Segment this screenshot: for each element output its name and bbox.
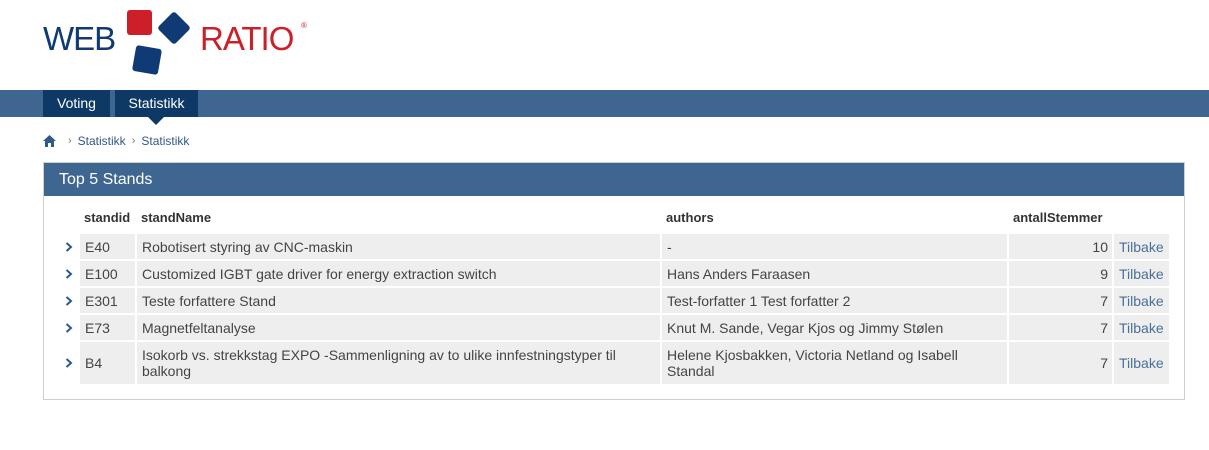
chevron-right-icon[interactable] bbox=[58, 342, 80, 384]
cell-standid: E100 bbox=[80, 261, 137, 286]
column-header-antallstemmer: antallStemmer bbox=[1013, 210, 1103, 225]
cell-votes: 9 bbox=[1009, 261, 1114, 286]
column-header-standid: standid bbox=[84, 210, 131, 225]
tilbake-link[interactable]: Tilbake bbox=[1114, 342, 1169, 384]
logo-blue-square bbox=[131, 44, 163, 76]
cell-standid: E40 bbox=[80, 234, 137, 259]
cell-standid: E301 bbox=[80, 288, 137, 313]
breadcrumb-item-statistikk-current[interactable]: Statistikk bbox=[141, 134, 189, 148]
cell-standname: Customized IGBT gate driver for energy e… bbox=[137, 261, 662, 286]
table-row: E100 Customized IGBT gate driver for ene… bbox=[58, 261, 1169, 286]
cell-votes: 7 bbox=[1009, 342, 1114, 384]
logo-red-square bbox=[127, 10, 152, 35]
table-row: B4 Isokorb vs. strekkstag EXPO -Sammenli… bbox=[58, 342, 1169, 384]
table-row: E40 Robotisert styring av CNC-maskin - 1… bbox=[58, 234, 1169, 259]
column-header-standname: standName bbox=[141, 210, 212, 225]
logo-registered-mark: ® bbox=[301, 21, 307, 30]
tab-voting[interactable]: Voting bbox=[43, 90, 110, 117]
tilbake-link[interactable]: Tilbake bbox=[1114, 288, 1169, 313]
cell-authors: Hans Anders Faraasen bbox=[662, 261, 1009, 286]
chevron-right-icon[interactable] bbox=[58, 261, 80, 286]
cell-standid: B4 bbox=[80, 342, 137, 384]
tilbake-link[interactable]: Tilbake bbox=[1114, 261, 1169, 286]
tilbake-link[interactable]: Tilbake bbox=[1114, 234, 1169, 259]
logo-text-web: WEB bbox=[43, 20, 116, 57]
cell-standname: Teste forfattere Stand bbox=[137, 288, 662, 313]
chevron-right-icon[interactable] bbox=[58, 234, 80, 259]
cell-votes: 7 bbox=[1009, 288, 1114, 313]
chevron-right-icon[interactable] bbox=[58, 315, 80, 340]
top-stands-panel: Top 5 Stands standid standName authors a… bbox=[43, 162, 1185, 400]
cell-authors: Helene Kjosbakken, Victoria Netland og I… bbox=[662, 342, 1009, 384]
panel-title: Top 5 Stands bbox=[44, 163, 1184, 196]
cell-authors: - bbox=[662, 234, 1009, 259]
tab-statistikk[interactable]: Statistikk bbox=[115, 90, 198, 125]
cell-standname: Robotisert styring av CNC-maskin bbox=[137, 234, 662, 259]
logo-text-ratio: RATIO bbox=[200, 20, 294, 57]
chevron-right-icon[interactable] bbox=[58, 288, 80, 313]
breadcrumb-separator: › bbox=[131, 135, 136, 147]
cell-votes: 7 bbox=[1009, 315, 1114, 340]
cell-standid: E73 bbox=[80, 315, 137, 340]
cell-authors: Knut M. Sande, Vegar Kjos og Jimmy Støle… bbox=[662, 315, 1009, 340]
cell-authors: Test-forfatter 1 Test forfatter 2 bbox=[662, 288, 1009, 313]
breadcrumb-separator: › bbox=[68, 135, 72, 147]
tilbake-link[interactable]: Tilbake bbox=[1114, 315, 1169, 340]
breadcrumb-item-statistikk[interactable]: Statistikk bbox=[78, 134, 126, 148]
main-navbar: Voting Statistikk bbox=[0, 90, 1209, 125]
table-row: E73 Magnetfeltanalyse Knut M. Sande, Veg… bbox=[58, 315, 1169, 340]
webratio-logo: WEB RATIO ® bbox=[43, 8, 313, 78]
column-header-authors: authors bbox=[666, 210, 714, 225]
home-icon[interactable] bbox=[43, 135, 56, 147]
cell-standname: Magnetfeltanalyse bbox=[137, 315, 662, 340]
table-row: E301 Teste forfattere Stand Test-forfatt… bbox=[58, 288, 1169, 313]
logo-blue-diamond bbox=[157, 11, 191, 45]
cell-standname: Isokorb vs. strekkstag EXPO -Sammenligni… bbox=[137, 342, 662, 384]
cell-votes: 10 bbox=[1009, 234, 1114, 259]
breadcrumb: › Statistikk › Statistikk bbox=[43, 134, 189, 148]
